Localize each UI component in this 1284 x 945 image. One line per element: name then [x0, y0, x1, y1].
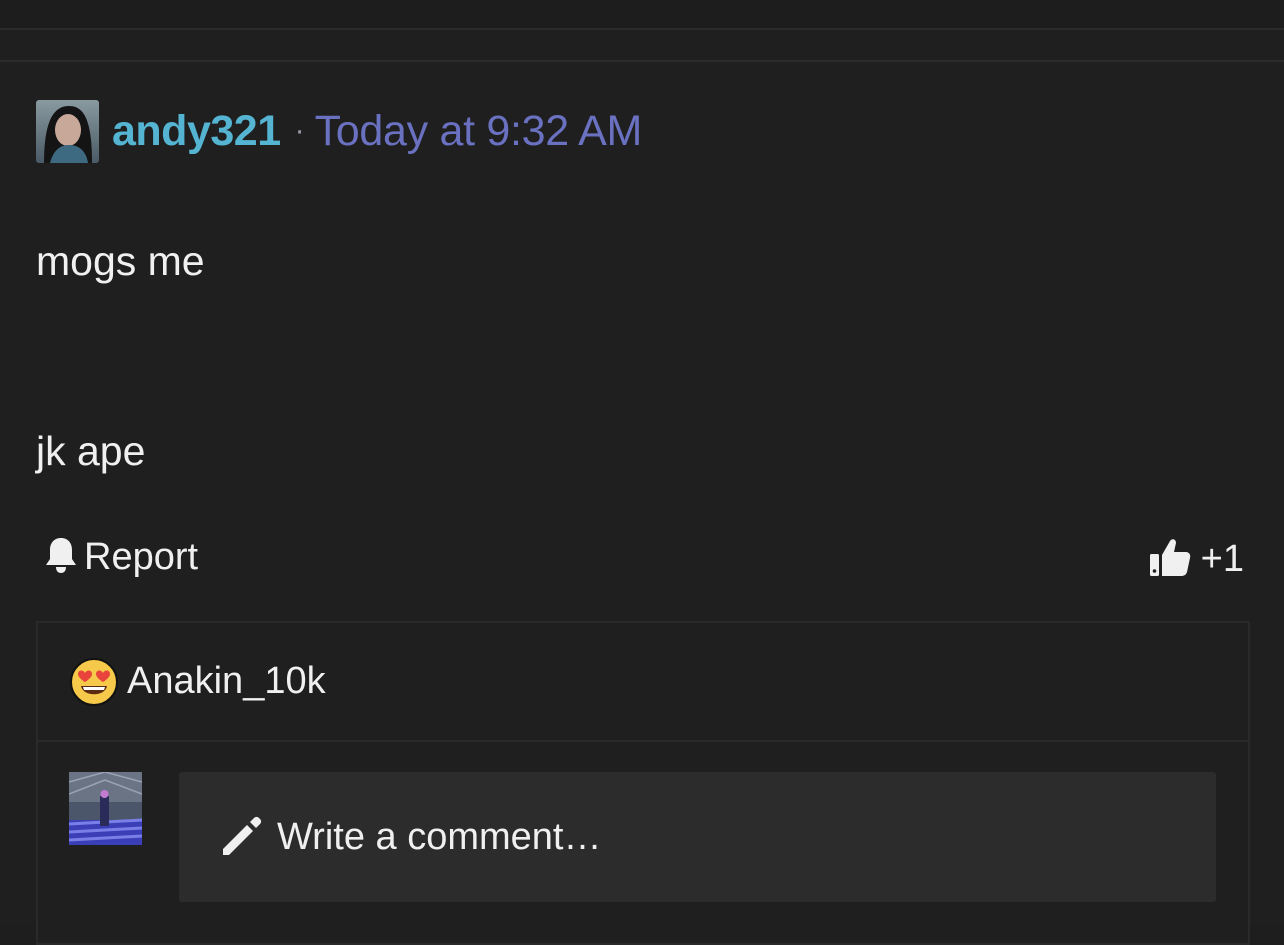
post-card: andy321 · Today at 9:32 AM mogs me jk ap…	[0, 62, 1284, 945]
post-body-line: mogs me	[36, 238, 205, 284]
like-count: +1	[1200, 538, 1244, 580]
heart-eyes-emoji-icon	[69, 657, 119, 707]
reactor-name[interactable]: Anakin_10k	[127, 660, 326, 703]
thumbs-up-icon	[1149, 536, 1191, 583]
like-button[interactable]: +1	[1149, 536, 1244, 583]
pencil-icon	[219, 815, 263, 859]
comment-input[interactable]: Write a comment…	[179, 772, 1216, 902]
current-user-avatar	[69, 772, 142, 845]
top-bar	[0, 0, 1284, 30]
report-label: Report	[84, 536, 199, 578]
top-bar-divider	[0, 30, 1284, 62]
author-avatar[interactable]	[36, 99, 99, 163]
author-username[interactable]: andy321	[112, 107, 281, 156]
post-body-line: jk ape	[36, 428, 146, 474]
header-separator: ·	[294, 114, 305, 147]
post-timestamp[interactable]: Today at 9:32 AM	[315, 107, 643, 156]
reactions-panel: Anakin_10k Write a comment…	[36, 621, 1250, 945]
bell-icon	[44, 536, 78, 579]
post-header: andy321 · Today at 9:32 AM	[36, 99, 642, 163]
post-actions: Report +1	[44, 536, 1244, 580]
report-button[interactable]: Report	[44, 536, 198, 579]
reactions-summary: Anakin_10k	[38, 623, 1248, 742]
comment-placeholder: Write a comment…	[277, 815, 602, 858]
